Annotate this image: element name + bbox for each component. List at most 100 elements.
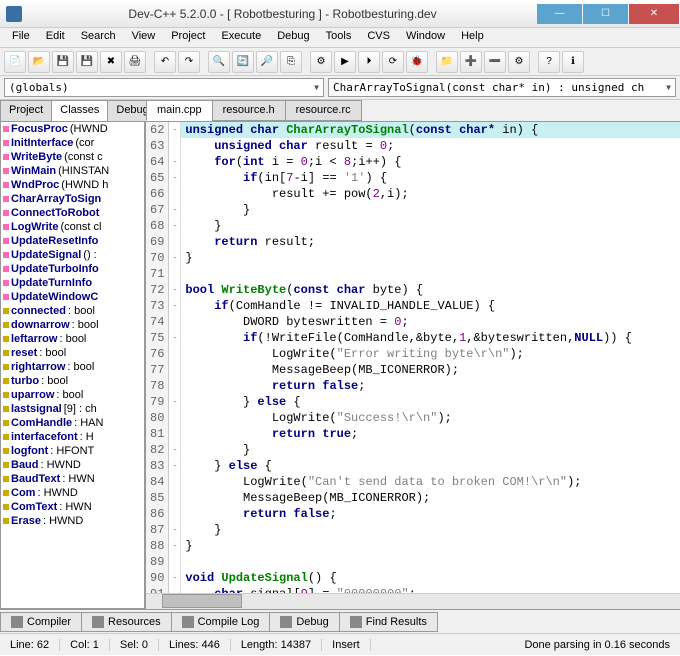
class-item[interactable]: ComText : HWN: [1, 500, 144, 514]
undo-icon[interactable]: ↶: [154, 51, 176, 73]
class-name: CharArrayToSign: [11, 193, 101, 205]
compile-icon[interactable]: ⚙: [310, 51, 332, 73]
class-item[interactable]: LogWrite (const cl: [1, 220, 144, 234]
menu-file[interactable]: File: [4, 28, 38, 47]
class-item[interactable]: Com : HWND: [1, 486, 144, 500]
class-item[interactable]: BaudText : HWN: [1, 472, 144, 486]
variable-icon: [3, 322, 9, 328]
addfile-icon[interactable]: ➕: [460, 51, 482, 73]
sidetab-project[interactable]: Project: [0, 100, 52, 122]
menu-execute[interactable]: Execute: [213, 28, 269, 47]
help-icon[interactable]: ?: [538, 51, 560, 73]
class-item[interactable]: WinMain (HINSTAN: [1, 164, 144, 178]
class-item[interactable]: lastsignal [9] : ch: [1, 402, 144, 416]
class-sig: (HWND h: [61, 179, 108, 191]
bottomtab-debug[interactable]: Debug: [269, 612, 339, 632]
bottomtab-compiler[interactable]: Compiler: [0, 612, 82, 632]
class-item[interactable]: FocusProc (HWND: [1, 122, 144, 136]
horizontal-scrollbar[interactable]: [146, 593, 680, 609]
close-button[interactable]: ✕: [629, 4, 679, 24]
scrollbar-thumb[interactable]: [162, 594, 242, 608]
class-item[interactable]: CharArrayToSign: [1, 192, 144, 206]
menu-edit[interactable]: Edit: [38, 28, 73, 47]
class-item[interactable]: UpdateTurboInfo: [1, 262, 144, 276]
class-item[interactable]: UpdateTurnInfo: [1, 276, 144, 290]
rebuild-icon[interactable]: ⟳: [382, 51, 404, 73]
class-item[interactable]: Erase : HWND: [1, 514, 144, 528]
redo-icon[interactable]: ↷: [178, 51, 200, 73]
run-icon[interactable]: ▶: [334, 51, 356, 73]
function-icon: [3, 154, 9, 160]
findagain-icon[interactable]: 🔎: [256, 51, 278, 73]
menu-cvs[interactable]: CVS: [359, 28, 398, 47]
class-item[interactable]: WriteByte (const c: [1, 150, 144, 164]
debug-icon[interactable]: 🐞: [406, 51, 428, 73]
bottomtab-find-results[interactable]: Find Results: [339, 612, 438, 632]
class-name: connected: [11, 305, 66, 317]
class-item[interactable]: ConnectToRobot: [1, 206, 144, 220]
menu-debug[interactable]: Debug: [269, 28, 317, 47]
variable-icon: [3, 448, 9, 454]
filetab[interactable]: resource.rc: [285, 100, 362, 121]
class-item[interactable]: UpdateResetInfo: [1, 234, 144, 248]
maximize-button[interactable]: ☐: [583, 4, 628, 24]
class-item[interactable]: UpdateSignal () :: [1, 248, 144, 262]
class-item[interactable]: UpdateWindowC: [1, 290, 144, 304]
code-content[interactable]: unsigned char CharArrayToSignal(const ch…: [181, 122, 680, 593]
find-icon[interactable]: 🔍: [208, 51, 230, 73]
menu-window[interactable]: Window: [398, 28, 453, 47]
close-file-icon[interactable]: ✖: [100, 51, 122, 73]
new-icon[interactable]: 📄: [4, 51, 26, 73]
filetab[interactable]: resource.h: [212, 100, 286, 121]
compilerun-icon[interactable]: ⏵: [358, 51, 380, 73]
class-list[interactable]: FocusProc (HWNDInitInterface (corWriteBy…: [0, 121, 145, 609]
menu-search[interactable]: Search: [73, 28, 124, 47]
tab-icon: [182, 616, 194, 628]
class-item[interactable]: leftarrow : bool: [1, 332, 144, 346]
class-item[interactable]: ComHandle : HAN: [1, 416, 144, 430]
class-item[interactable]: uparrow : bool: [1, 388, 144, 402]
variable-icon: [3, 378, 9, 384]
goto-icon[interactable]: ⎘: [280, 51, 302, 73]
class-item[interactable]: turbo : bool: [1, 374, 144, 388]
about-icon[interactable]: ℹ: [562, 51, 584, 73]
sidetab-classes[interactable]: Classes: [51, 100, 108, 122]
print-icon[interactable]: 🖨: [124, 51, 146, 73]
function-combo[interactable]: CharArrayToSignal(const char* in) : unsi…: [328, 78, 676, 97]
class-sig: : HWN: [59, 501, 91, 513]
menu-help[interactable]: Help: [453, 28, 492, 47]
projopts-icon[interactable]: ⚙: [508, 51, 530, 73]
minimize-button[interactable]: —: [537, 4, 582, 24]
class-name: leftarrow: [11, 333, 57, 345]
class-item[interactable]: logfont : HFONT: [1, 444, 144, 458]
class-name: Com: [11, 487, 35, 499]
menu-tools[interactable]: Tools: [318, 28, 360, 47]
fold-gutter[interactable]: ----------------: [169, 122, 181, 593]
open-icon[interactable]: 📂: [28, 51, 50, 73]
function-icon: [3, 280, 9, 286]
menu-view[interactable]: View: [124, 28, 164, 47]
class-item[interactable]: Baud : HWND: [1, 458, 144, 472]
save-icon[interactable]: 💾: [52, 51, 74, 73]
saveall-icon[interactable]: 💾: [76, 51, 98, 73]
tab-icon: [11, 616, 23, 628]
class-item[interactable]: WndProc (HWND h: [1, 178, 144, 192]
class-item[interactable]: rightarrow : bool: [1, 360, 144, 374]
class-sig: : H: [80, 431, 94, 443]
bottomtab-resources[interactable]: Resources: [81, 612, 172, 632]
variable-icon: [3, 490, 9, 496]
scope-combo[interactable]: (globals)▼: [4, 78, 324, 97]
class-item[interactable]: InitInterface (cor: [1, 136, 144, 150]
filetab[interactable]: main.cpp: [146, 100, 213, 121]
class-sig: : bool: [39, 347, 66, 359]
bottomtab-compile-log[interactable]: Compile Log: [171, 612, 271, 632]
class-item[interactable]: downarrow : bool: [1, 318, 144, 332]
class-item[interactable]: connected : bool: [1, 304, 144, 318]
remfile-icon[interactable]: ➖: [484, 51, 506, 73]
replace-icon[interactable]: 🔄: [232, 51, 254, 73]
newproj-icon[interactable]: 📁: [436, 51, 458, 73]
code-editor[interactable]: 6263646566676869707172737475767778798081…: [146, 122, 680, 593]
class-item[interactable]: reset : bool: [1, 346, 144, 360]
class-item[interactable]: interfacefont : H: [1, 430, 144, 444]
menu-project[interactable]: Project: [163, 28, 213, 47]
